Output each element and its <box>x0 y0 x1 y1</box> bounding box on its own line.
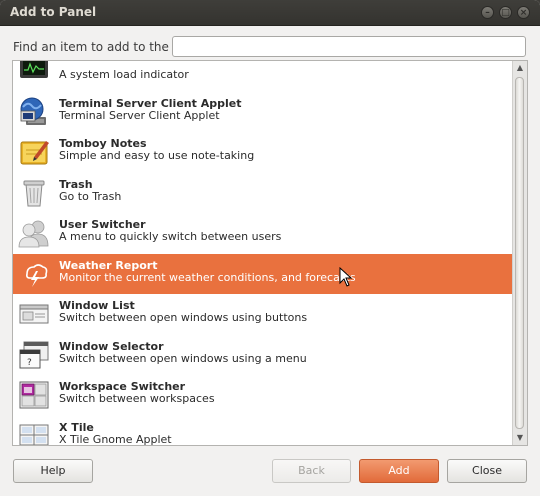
system-monitor-icon <box>20 61 48 78</box>
titlebar[interactable]: Add to Panel – □ × <box>0 0 540 26</box>
add-button[interactable]: Add <box>359 459 439 483</box>
mouse-pointer-icon <box>339 267 353 287</box>
svg-text:?: ? <box>27 358 32 368</box>
applet-list-items: A system load indicator Terminal Server … <box>13 61 513 446</box>
list-item[interactable]: A system load indicator <box>13 61 513 92</box>
trash-icon <box>23 180 45 206</box>
applet-list[interactable]: A system load indicator Terminal Server … <box>12 60 528 446</box>
users-icon <box>18 220 49 248</box>
scrollbar-thumb[interactable] <box>515 77 524 429</box>
terminal-server-icon <box>20 97 46 125</box>
help-button[interactable]: Help <box>13 459 93 483</box>
scroll-down-icon[interactable]: ▼ <box>513 431 527 445</box>
list-item-selected[interactable]: Weather Report Monitor the current weath… <box>13 253 513 294</box>
item-desc: X Tile Gnome Applet <box>59 432 172 446</box>
window-title: Add to Panel <box>10 5 97 19</box>
search-input[interactable] <box>172 36 526 57</box>
window-list-icon <box>19 304 49 324</box>
item-desc: Switch between workspaces <box>59 392 215 405</box>
list-item[interactable]: Tomboy Notes Simple and easy to use note… <box>13 132 513 173</box>
scroll-up-icon[interactable]: ▲ <box>513 61 527 75</box>
list-item[interactable]: ? Window Selector Switch between open wi… <box>13 335 513 376</box>
item-desc: Terminal Server Client Applet <box>59 108 220 122</box>
item-desc: Monitor the current weather conditions, … <box>59 270 356 284</box>
item-desc: Switch between open windows using button… <box>59 311 308 324</box>
item-desc: Simple and easy to use note-taking <box>59 149 255 162</box>
list-item[interactable]: Window List Switch between open windows … <box>13 294 513 335</box>
weather-icon <box>26 263 48 287</box>
maximize-icon[interactable]: □ <box>499 6 512 19</box>
item-desc: Go to Trash <box>59 189 122 203</box>
list-item[interactable]: Workspace Switcher Switch between worksp… <box>13 375 513 416</box>
list-scrollbar[interactable]: ▲ ▼ <box>512 61 527 445</box>
list-item[interactable]: User Switcher A menu to quickly switch b… <box>13 213 513 254</box>
add-to-panel-dialog: Add to Panel – □ × Find an item to add t… <box>0 0 540 496</box>
item-desc: A menu to quickly switch between users <box>59 230 282 243</box>
minimize-icon[interactable]: – <box>481 6 494 19</box>
item-desc: A system load indicator <box>59 68 189 81</box>
item-desc: Switch between open windows using a menu <box>59 351 307 365</box>
back-button[interactable]: Back <box>272 459 351 483</box>
workspace-switcher-icon <box>19 381 49 409</box>
xtile-icon <box>19 424 49 445</box>
list-item[interactable]: Terminal Server Client Applet Terminal S… <box>13 92 513 133</box>
close-button[interactable]: Close <box>447 459 527 483</box>
close-icon[interactable]: × <box>517 6 530 19</box>
list-item[interactable]: Trash Go to Trash <box>13 173 513 214</box>
window-selector-icon: ? <box>19 341 49 368</box>
list-item[interactable]: X Tile X Tile Gnome Applet <box>13 416 513 446</box>
notes-icon <box>20 141 49 165</box>
